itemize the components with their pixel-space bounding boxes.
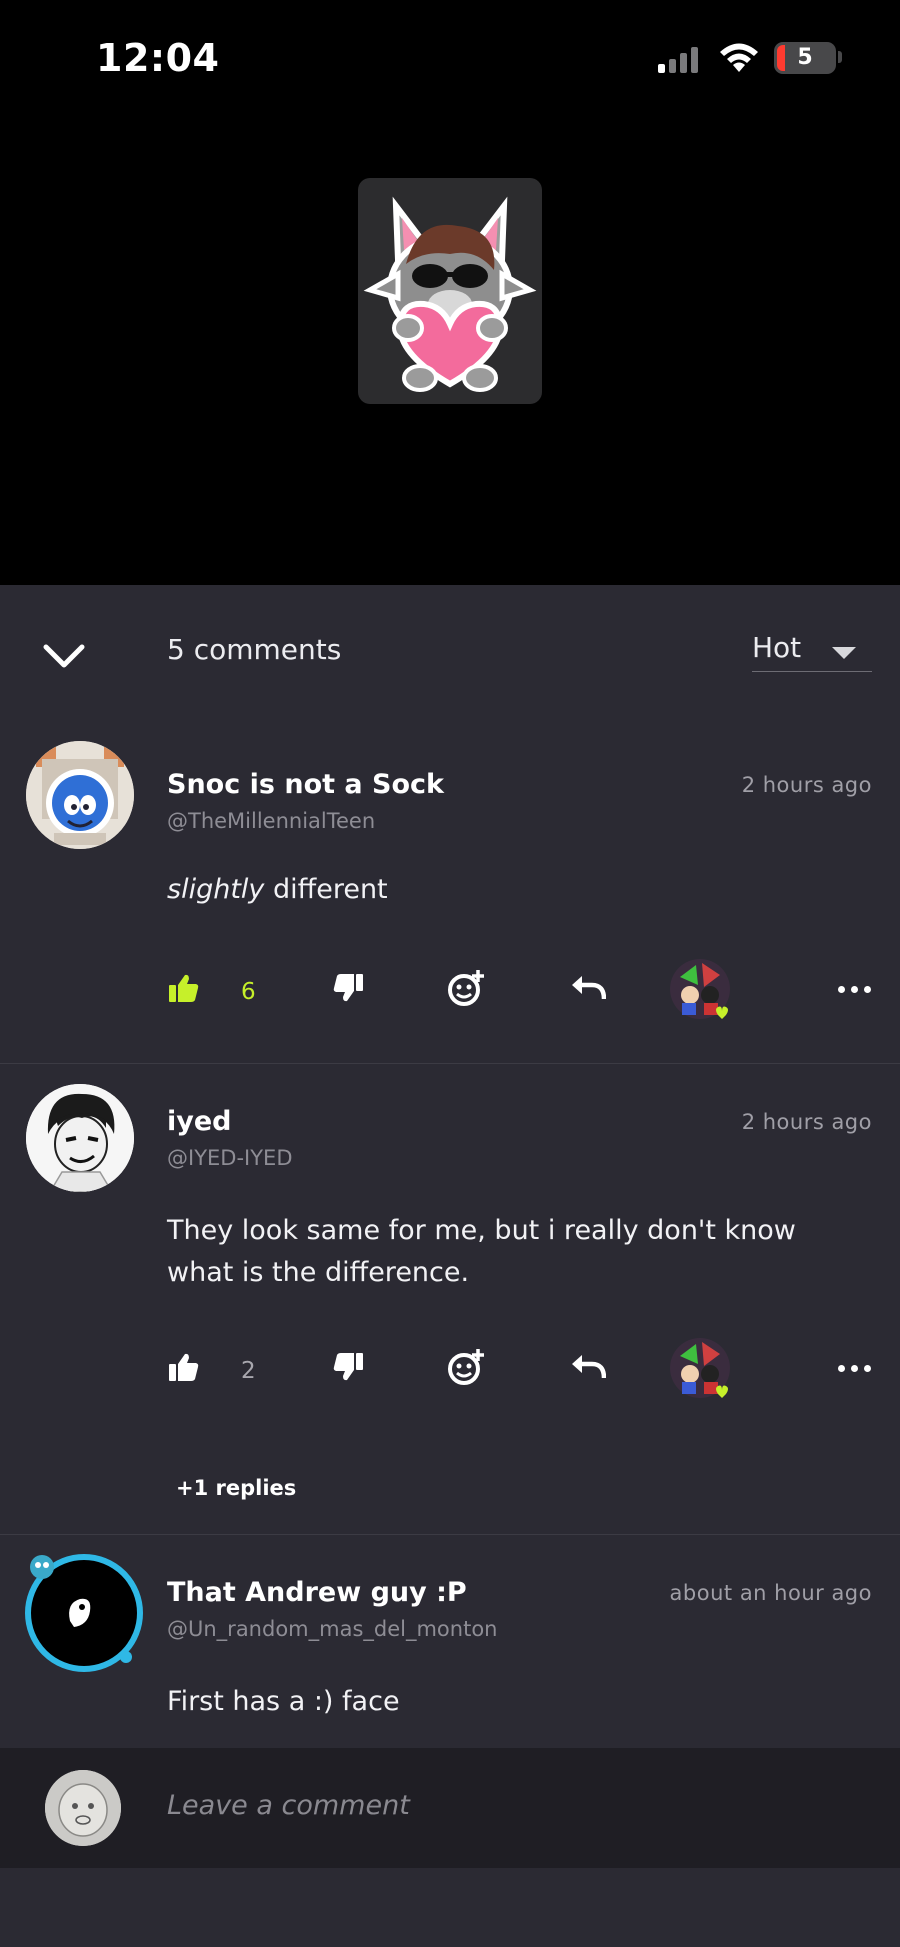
add-reaction-icon[interactable] [446, 969, 486, 1007]
hedgehog-avatar-icon [26, 741, 134, 849]
like-count: 6 [241, 979, 256, 1005]
more-options-icon[interactable] [838, 1362, 872, 1374]
comment-input[interactable]: Leave a comment [167, 1790, 410, 1821]
comment-count: 5 comments [167, 633, 342, 666]
sticker-image [358, 178, 542, 404]
avatar[interactable] [26, 1084, 134, 1192]
comment-timestamp: about an hour ago [669, 1581, 872, 1605]
comment-body: slightly different [167, 869, 867, 911]
comment-body-emphasis: slightly [167, 874, 265, 905]
comment-body: First has a :) face [167, 1686, 400, 1717]
comment-item: Snoc is not a Sock @TheMillennialTeen 2 … [0, 727, 900, 1063]
comment-item: iyed @IYED-IYED 2 hours ago They look sa… [0, 1064, 900, 1534]
media-area: 12:04 5 [0, 0, 900, 585]
comment-handle[interactable]: @TheMillennialTeen [167, 809, 375, 833]
comment-author[interactable]: Snoc is not a Sock [167, 769, 444, 800]
avatar[interactable] [22, 1549, 143, 1672]
cat-heart-sticker-icon [363, 196, 537, 392]
view-replies-link[interactable]: +1 replies [176, 1476, 296, 1500]
chevron-down-icon[interactable] [42, 635, 86, 675]
comment-body-text: different [264, 874, 388, 905]
cellular-signal-icon [658, 47, 698, 73]
comment-handle[interactable]: @Un_random_mas_del_monton [167, 1617, 497, 1641]
more-options-icon[interactable] [838, 983, 872, 995]
thumbs-up-icon[interactable] [168, 973, 200, 1003]
status-time: 12:04 [96, 36, 220, 80]
thumbs-down-icon[interactable] [332, 973, 364, 1003]
sort-dropdown[interactable]: Hot [752, 613, 872, 672]
comment-actions: 2 [0, 1334, 900, 1404]
sort-value: Hot [752, 631, 802, 664]
battery-icon: 5 [774, 42, 836, 74]
comment-timestamp: 2 hours ago [741, 773, 872, 797]
comment-author[interactable]: That Andrew guy :P [167, 1577, 467, 1608]
thumbs-down-icon[interactable] [332, 1352, 364, 1382]
comment-actions: 6 [0, 955, 900, 1025]
comment-body: They look same for me, but i really don'… [167, 1215, 796, 1288]
reply-icon[interactable] [570, 973, 606, 1001]
user-avatar [45, 1770, 121, 1846]
comment-author[interactable]: iyed [167, 1106, 232, 1137]
reaction-avatar[interactable] [668, 1334, 732, 1404]
comments-header: 5 comments Hot [0, 585, 900, 728]
reply-icon[interactable] [570, 1352, 606, 1380]
caret-down-icon [832, 647, 856, 659]
like-count: 2 [241, 1358, 256, 1384]
comment-handle[interactable]: @IYED-IYED [167, 1146, 293, 1170]
comment-item: That Andrew guy :P @Un_random_mas_del_mo… [0, 1535, 900, 1748]
anime-character-avatar-icon [26, 1084, 134, 1192]
comment-timestamp: 2 hours ago [741, 1110, 872, 1134]
wifi-icon [720, 43, 758, 72]
comment-composer[interactable]: Leave a comment [0, 1748, 900, 1868]
sketch-avatar-icon [45, 1770, 121, 1846]
reaction-avatar[interactable] [668, 955, 732, 1025]
thumbs-up-icon[interactable] [168, 1352, 200, 1382]
blob-avatar-icon [25, 1554, 143, 1672]
add-reaction-icon[interactable] [446, 1348, 486, 1386]
avatar[interactable] [26, 741, 134, 849]
bottom-safe-area [0, 1868, 900, 1947]
battery-level: 5 [797, 45, 813, 70]
